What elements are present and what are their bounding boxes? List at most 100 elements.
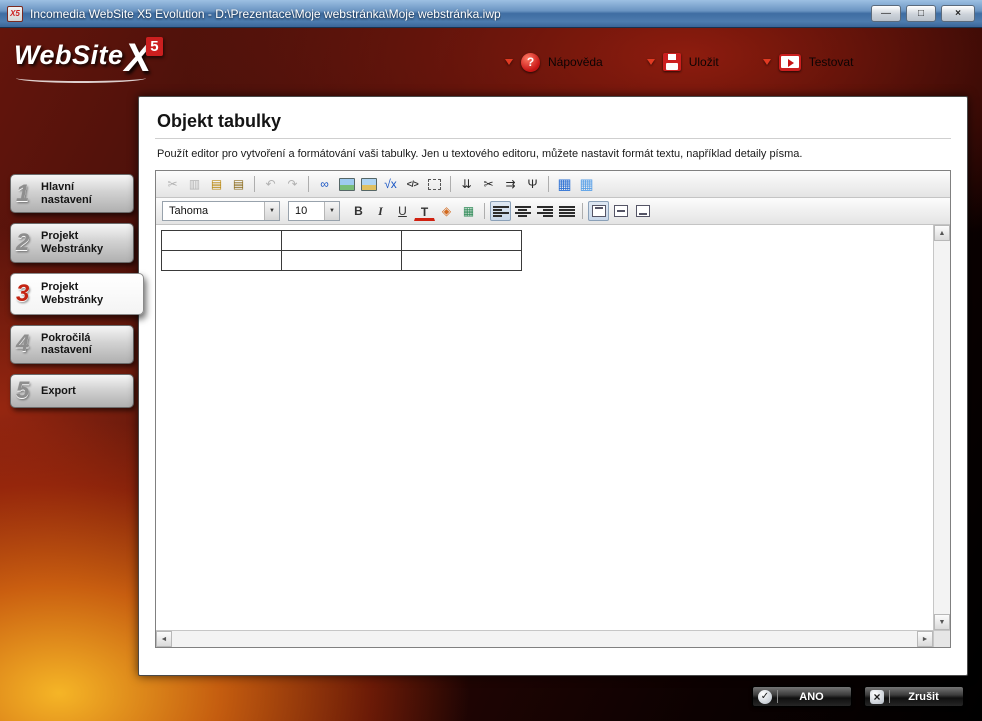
close-button[interactable]: ×	[941, 5, 975, 22]
align-center-icon[interactable]	[512, 201, 533, 221]
topbar-button-label: Uložit	[689, 55, 719, 69]
toolbar-separator	[308, 176, 309, 192]
main-panel: Objekt tabulky Použít editor pro vytvoře…	[138, 96, 968, 676]
delete-row-icon[interactable]: ✂	[478, 174, 499, 194]
link-icon[interactable]: ∞	[314, 174, 335, 194]
sidebar-item-5[interactable]: 5Export	[10, 374, 134, 408]
maximize-button[interactable]: □	[906, 5, 936, 22]
dropdown-arrow-icon[interactable]	[763, 59, 771, 65]
button-divider	[889, 690, 890, 703]
cancel-button[interactable]: Zrušit	[864, 686, 964, 707]
window-title: Incomedia WebSite X5 Evolution - D:\Prez…	[30, 7, 501, 21]
italic-icon[interactable]: I	[370, 201, 391, 221]
font-family-select[interactable]: Tahoma	[162, 201, 280, 221]
table-cells-icon[interactable]: ▦	[576, 174, 597, 194]
app-logo: WebSiteX5	[14, 36, 163, 81]
table-cell[interactable]	[162, 231, 282, 251]
valign-middle-icon[interactable]	[610, 201, 631, 221]
image-icon[interactable]	[336, 174, 357, 194]
redo-icon[interactable]: ↷	[282, 174, 303, 194]
underline-icon[interactable]: U	[392, 201, 413, 221]
font-size-value: 10	[295, 205, 324, 217]
text-color-icon[interactable]: T	[414, 205, 435, 221]
toolbar-separator	[450, 176, 451, 192]
vertical-scrollbar[interactable]	[933, 225, 950, 630]
step-label: Projekt Webstránky	[41, 281, 137, 306]
sidebar-item-2[interactable]: 2 Projekt Webstránky	[10, 223, 134, 262]
web-image-icon[interactable]	[358, 174, 379, 194]
test-icon	[779, 54, 801, 71]
toolbar-separator	[548, 176, 549, 192]
test-button[interactable]: Testovat	[763, 54, 854, 71]
align-right-icon[interactable]	[534, 201, 555, 221]
horizontal-scrollbar[interactable]	[156, 630, 933, 647]
button-divider	[777, 690, 778, 703]
table-cell[interactable]	[282, 251, 402, 271]
html-code-icon[interactable]: </>	[402, 174, 423, 194]
bold-icon[interactable]: B	[348, 201, 369, 221]
app-icon: X5	[7, 6, 23, 22]
align-left-icon[interactable]	[490, 201, 511, 221]
app-background: WebSiteX5 Nápověda Uložit Testovat 1 Hlavní…	[0, 28, 982, 721]
sidebar: 1Hlavní nastavení2Projekt Webstránky3Pro…	[10, 174, 134, 408]
step-label: Projekt Webstránky	[41, 230, 127, 255]
fill-color-icon[interactable]: ◈	[436, 201, 457, 221]
page-title: Objekt tabulky	[157, 111, 951, 132]
copy-icon[interactable]: ▥	[184, 174, 205, 194]
scroll-down-button[interactable]	[934, 614, 950, 630]
content-table[interactable]	[161, 230, 522, 271]
step-label: Export	[41, 385, 76, 398]
topbar: Nápověda Uložit Testovat	[505, 48, 853, 76]
toolbar-separator	[254, 176, 255, 192]
insert-row-icon[interactable]: ⇊	[456, 174, 477, 194]
undo-icon[interactable]: ↶	[260, 174, 281, 194]
toolbar-separator	[484, 203, 485, 219]
step-label: Hlavní nastavení	[41, 181, 127, 206]
valign-top-icon[interactable]	[588, 201, 609, 221]
font-size-select[interactable]: 10	[288, 201, 340, 221]
column-options-icon[interactable]: Ψ	[522, 174, 543, 194]
sidebar-item-1[interactable]: 1 Hlavní nastavení	[10, 174, 134, 213]
valign-bottom-icon[interactable]	[632, 201, 653, 221]
ok-button[interactable]: ANO	[752, 686, 852, 707]
selection-icon[interactable]	[424, 174, 445, 194]
topbar-button-label: Testovat	[809, 55, 854, 69]
dropdown-arrow-icon[interactable]	[647, 59, 655, 65]
logo-brand: WebSite	[14, 40, 124, 70]
help-icon	[521, 53, 540, 72]
table-cell[interactable]	[282, 231, 402, 251]
scroll-up-button[interactable]	[934, 225, 950, 241]
toolbar-separator	[582, 203, 583, 219]
editor-canvas[interactable]	[156, 225, 933, 630]
paste-icon[interactable]: ▤	[206, 174, 227, 194]
table-cell[interactable]	[402, 231, 522, 251]
cut-icon[interactable]: ✂	[162, 174, 183, 194]
save-icon	[663, 53, 681, 71]
paste-special-icon[interactable]: ▤	[228, 174, 249, 194]
step-number: 2	[16, 229, 29, 257]
table-icon[interactable]: ▦	[554, 174, 575, 194]
sidebar-item-3[interactable]: 3Projekt Webstránky	[10, 273, 144, 315]
formula-icon[interactable]: √x	[380, 174, 401, 194]
minimize-button[interactable]: —	[871, 5, 901, 22]
page-description: Použít editor pro vytvoření a formátován…	[157, 148, 951, 160]
insert-column-icon[interactable]: ⇉	[500, 174, 521, 194]
help-button[interactable]: Nápověda	[505, 53, 603, 72]
title-bar: X5 Incomedia WebSite X5 Evolution - D:\P…	[0, 0, 982, 28]
table-cell[interactable]	[402, 251, 522, 271]
dropdown-arrow-icon[interactable]	[505, 59, 513, 65]
table-cell[interactable]	[162, 251, 282, 271]
logo-five: 5	[146, 37, 162, 56]
step-number: 4	[16, 330, 29, 358]
check-icon	[758, 690, 772, 704]
scroll-left-button[interactable]	[156, 631, 172, 647]
topbar-button-label: Nápověda	[548, 55, 603, 69]
step-number: 1	[16, 180, 29, 208]
title-divider	[155, 138, 951, 139]
scroll-right-button[interactable]	[917, 631, 933, 647]
sidebar-item-4[interactable]: 4Pokročilá nastavení	[10, 325, 134, 364]
cell-color-icon[interactable]: ▦	[458, 201, 479, 221]
align-justify-icon[interactable]	[556, 201, 577, 221]
font-family-value: Tahoma	[169, 205, 264, 217]
save-button[interactable]: Uložit	[647, 53, 719, 71]
